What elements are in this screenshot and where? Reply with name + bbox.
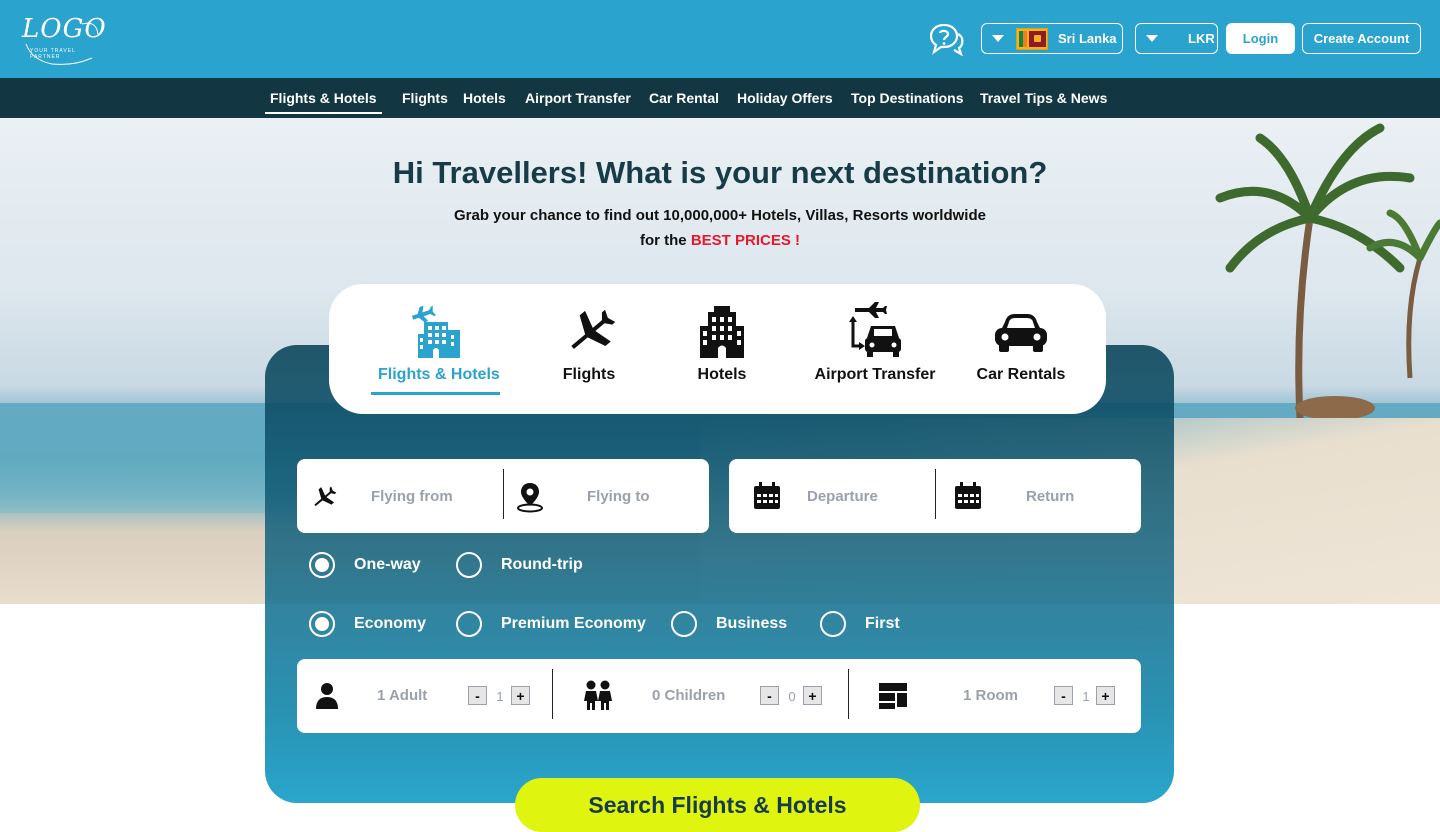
logo-tagline: YOUR TRAVEL PARTNER bbox=[30, 48, 76, 60]
search-flights-hotels-button[interactable]: Search Flights & Hotels bbox=[515, 778, 920, 832]
radio-label: Round-trip bbox=[501, 556, 583, 573]
car-icon bbox=[995, 314, 1047, 352]
hero-subline: Grab your chance to find out 10,000,000+… bbox=[0, 203, 1440, 253]
children-label: 0 Children bbox=[652, 687, 726, 704]
radio-circle bbox=[456, 611, 482, 637]
flying-to-placeholder: Flying to bbox=[587, 487, 650, 505]
nav-item-top-destinations[interactable]: Top Destinations bbox=[851, 90, 964, 106]
best-prices-highlight: BEST PRICES ! bbox=[690, 232, 801, 249]
country-selector[interactable]: Sri Lanka bbox=[981, 23, 1123, 54]
children-decrement-button[interactable]: - bbox=[760, 686, 779, 705]
rooms-value: 1 bbox=[1082, 689, 1090, 704]
currency-label: LKR bbox=[1188, 31, 1215, 46]
main-nav: Flights & Hotels Flights Hotels Airport … bbox=[0, 78, 1440, 118]
search-type-tabs: Flights & Hotels Flights Hotels Airport … bbox=[329, 284, 1106, 414]
room-bed-icon bbox=[879, 683, 907, 709]
adults-increment-button[interactable]: + bbox=[511, 686, 530, 705]
help-chat-icon[interactable] bbox=[929, 22, 965, 57]
radio-label: Premium Economy bbox=[501, 615, 646, 632]
nav-item-travel-tips-news[interactable]: Travel Tips & News bbox=[980, 90, 1107, 106]
nav-item-holiday-offers[interactable]: Holiday Offers bbox=[737, 90, 833, 106]
radio-circle bbox=[309, 552, 335, 578]
field-divider bbox=[503, 469, 504, 519]
radio-circle bbox=[671, 611, 697, 637]
flying-from-input[interactable]: Flying from bbox=[371, 459, 453, 533]
flying-to-input[interactable]: Flying to bbox=[587, 459, 650, 533]
calendar-icon bbox=[754, 482, 780, 509]
hero-headline: Hi Travellers! What is your next destina… bbox=[392, 155, 1048, 190]
tab-label: Car Rentals bbox=[976, 366, 1066, 383]
radio-economy[interactable]: Economy bbox=[309, 611, 426, 637]
location-pin-icon bbox=[517, 483, 543, 513]
nav-item-flights[interactable]: Flights bbox=[402, 90, 448, 106]
sri-lanka-flag-icon bbox=[1016, 27, 1048, 50]
date-fields: Departure Return bbox=[729, 459, 1141, 533]
tab-hotels[interactable]: Hotels bbox=[682, 300, 762, 384]
airplane-icon bbox=[314, 486, 337, 507]
tab-flights-hotels[interactable]: Flights & Hotels bbox=[371, 300, 500, 395]
tab-label: Airport Transfer bbox=[814, 366, 936, 383]
airplane-icon bbox=[571, 309, 616, 349]
nav-item-hotels[interactable]: Hotels bbox=[463, 90, 506, 106]
departure-placeholder: Departure bbox=[807, 487, 878, 505]
radio-label: One-way bbox=[354, 556, 421, 573]
airport-transfer-icon bbox=[849, 302, 901, 357]
adult-person-icon bbox=[316, 683, 338, 709]
nav-item-car-rental[interactable]: Car Rental bbox=[649, 90, 719, 106]
radio-premium-economy[interactable]: Premium Economy bbox=[456, 611, 646, 637]
radio-round-trip[interactable]: Round-trip bbox=[456, 552, 583, 578]
departure-input[interactable]: Departure bbox=[807, 459, 878, 533]
hero-subline-2-prefix: for the bbox=[639, 232, 691, 249]
currency-selector[interactable]: LKR bbox=[1135, 23, 1218, 54]
adults-decrement-button[interactable]: - bbox=[468, 686, 487, 705]
flight-hotel-icon bbox=[411, 305, 460, 358]
logo-text: LOGO bbox=[22, 14, 107, 44]
radio-first[interactable]: First bbox=[820, 611, 900, 637]
flying-from-placeholder: Flying from bbox=[371, 487, 453, 505]
top-header: LOGO YOUR TRAVEL PARTNER Sri Lanka LKR L… bbox=[0, 0, 1440, 78]
rooms-decrement-button[interactable]: - bbox=[1054, 686, 1073, 705]
guests-rooms-fields: 1 Adult - 1 + 0 Children - 0 + 1 Room - … bbox=[297, 659, 1141, 733]
route-fields: Flying from Flying to bbox=[297, 459, 709, 533]
login-button[interactable]: Login bbox=[1226, 23, 1295, 54]
field-divider bbox=[935, 469, 936, 519]
children-icon bbox=[584, 680, 612, 710]
tab-label: Flights & Hotels bbox=[378, 366, 500, 383]
radio-label: First bbox=[865, 615, 900, 632]
hero-subline-1: Grab your chance to find out 10,000,000+… bbox=[454, 207, 986, 224]
radio-label: Business bbox=[716, 615, 788, 632]
hotel-building-icon bbox=[700, 306, 744, 358]
adults-value: 1 bbox=[496, 689, 504, 704]
create-account-button[interactable]: Create Account bbox=[1302, 23, 1421, 54]
radio-business[interactable]: Business bbox=[671, 611, 787, 637]
nav-item-flights-hotels[interactable]: Flights & Hotels bbox=[265, 90, 382, 114]
rooms-label: 1 Room bbox=[963, 687, 1019, 704]
radio-circle bbox=[820, 611, 846, 637]
country-label: Sri Lanka bbox=[1058, 31, 1117, 46]
rooms-increment-button[interactable]: + bbox=[1096, 686, 1115, 705]
radio-circle bbox=[456, 552, 482, 578]
return-input[interactable]: Return bbox=[1026, 459, 1074, 533]
children-value: 0 bbox=[788, 689, 796, 704]
children-increment-button[interactable]: + bbox=[803, 686, 822, 705]
adults-label: 1 Adult bbox=[377, 687, 428, 704]
tab-car-rentals[interactable]: Car Rentals bbox=[976, 300, 1066, 384]
field-divider bbox=[552, 669, 553, 719]
calendar-icon bbox=[955, 482, 981, 509]
tab-flights[interactable]: Flights bbox=[549, 300, 629, 384]
tab-airport-transfer[interactable]: Airport Transfer bbox=[813, 300, 937, 384]
tab-label: Flights bbox=[562, 366, 616, 383]
nav-item-airport-transfer[interactable]: Airport Transfer bbox=[525, 90, 631, 106]
chevron-down-icon bbox=[1146, 35, 1158, 42]
chevron-down-icon bbox=[992, 35, 1004, 42]
radio-one-way[interactable]: One-way bbox=[309, 552, 421, 578]
field-divider bbox=[848, 669, 849, 719]
radio-label: Economy bbox=[354, 615, 427, 632]
radio-circle bbox=[309, 611, 335, 637]
logo[interactable]: LOGO YOUR TRAVEL PARTNER bbox=[22, 14, 106, 68]
return-placeholder: Return bbox=[1026, 487, 1075, 505]
tab-label: Hotels bbox=[697, 366, 747, 383]
